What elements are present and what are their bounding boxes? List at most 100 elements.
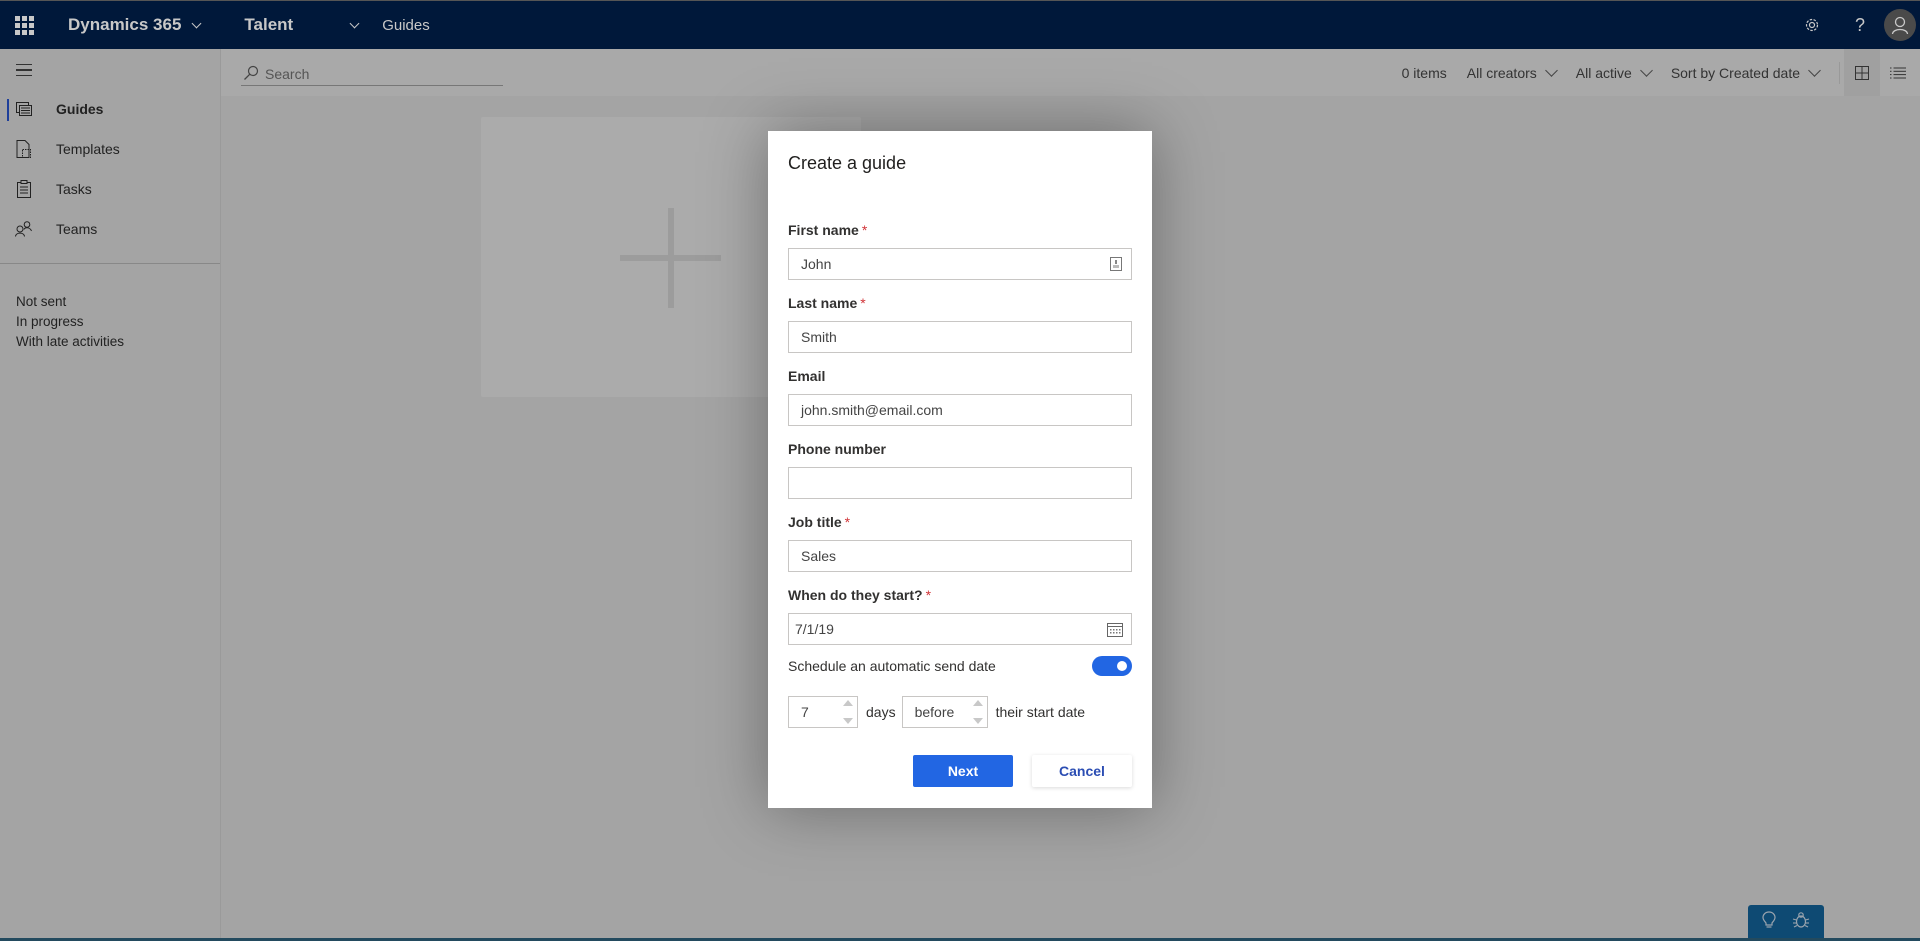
search-placeholder: Search <box>265 65 310 82</box>
suggestion-button[interactable] <box>1762 910 1776 934</box>
decrement-arrow-icon[interactable] <box>843 718 853 724</box>
relation-stepper[interactable]: before <box>901 696 988 728</box>
settings-button[interactable] <box>1788 1 1836 49</box>
sidebar-item-label: Teams <box>56 221 98 237</box>
phone-field: Phone number <box>788 441 1132 499</box>
send-offset-row: 7 days before their start date <box>788 696 1091 728</box>
calendar-icon[interactable] <box>1107 622 1123 637</box>
module-switcher-chevron-icon[interactable] <box>349 18 360 28</box>
required-indicator: * <box>860 295 866 311</box>
tasks-icon <box>15 180 33 198</box>
chevron-down-icon <box>1639 63 1653 77</box>
job-title-label: Job title * <box>788 514 851 530</box>
user-avatar[interactable] <box>1884 9 1916 41</box>
schedule-send-label: Schedule an automatic send date <box>788 658 996 674</box>
email-input[interactable]: john.smith@email.com <box>788 394 1132 426</box>
guides-icon <box>15 100 33 118</box>
first-name-input[interactable]: John <box>788 248 1132 280</box>
sort-label: Sort by Created date <box>1670 64 1800 81</box>
last-name-value: Smith <box>801 329 837 345</box>
cancel-button[interactable]: Cancel <box>1032 755 1132 787</box>
sidebar: Guides Templates Tasks Teams Not sent In… <box>0 49 221 941</box>
increment-arrow-icon[interactable] <box>972 700 983 706</box>
report-bug-button[interactable] <box>1792 911 1810 934</box>
bug-icon <box>1792 911 1810 928</box>
days-value: 7 <box>801 704 809 720</box>
teams-icon <box>15 220 33 238</box>
templates-icon <box>15 140 33 158</box>
search-input[interactable]: Search <box>241 62 503 86</box>
decrement-arrow-icon[interactable] <box>972 718 983 724</box>
plus-icon-vertical <box>668 208 674 308</box>
chevron-down-icon[interactable] <box>191 18 202 28</box>
search-icon <box>244 65 259 80</box>
creator-filter-label: All creators <box>1466 64 1537 81</box>
schedule-send-row: Schedule an automatic send date <box>788 655 1132 677</box>
last-name-input[interactable]: Smith <box>788 321 1132 353</box>
sidebar-item-label: Tasks <box>56 181 92 197</box>
status-filter-dropdown[interactable]: All active <box>1575 63 1653 81</box>
phone-input[interactable] <box>788 467 1132 499</box>
job-title-input[interactable]: Sales <box>788 540 1132 572</box>
lightbulb-icon <box>1762 910 1776 928</box>
required-indicator: * <box>861 222 868 238</box>
help-button[interactable]: ? <box>1836 1 1884 49</box>
app-launcher-button[interactable] <box>0 1 48 49</box>
start-date-label: When do they start? * <box>788 587 932 603</box>
grid-view-icon <box>1855 65 1869 80</box>
module-name: Talent <box>244 15 294 34</box>
next-button[interactable]: Next <box>913 755 1013 787</box>
user-avatar-icon <box>1891 16 1909 35</box>
sidebar-item-guides[interactable]: Guides <box>0 91 220 127</box>
list-view-button[interactable] <box>1880 49 1916 96</box>
sidebar-divider <box>0 263 220 264</box>
hamburger-menu-icon[interactable] <box>16 64 32 80</box>
last-name-field: Last name * Smith <box>788 295 1132 353</box>
job-title-field: Job title * Sales <box>788 514 1132 572</box>
feedback-widget <box>1748 905 1824 939</box>
email-label: Email <box>788 368 826 384</box>
sidebar-item-teams[interactable]: Teams <box>0 211 220 247</box>
email-field: Email john.smith@email.com <box>788 368 1132 426</box>
app-name[interactable]: Dynamics 365 <box>68 15 181 35</box>
days-stepper[interactable]: 7 <box>788 696 858 728</box>
first-name-value: John <box>801 256 832 272</box>
filter-in-progress[interactable]: In progress <box>16 314 84 329</box>
toggle-knob <box>1117 661 1127 671</box>
required-indicator: * <box>925 587 932 603</box>
schedule-send-toggle[interactable] <box>1092 656 1132 676</box>
start-date-suffix: their start date <box>995 704 1086 720</box>
grid-view-button[interactable] <box>1844 49 1880 96</box>
first-name-label: First name * <box>788 222 868 238</box>
creator-filter-dropdown[interactable]: All creators <box>1466 63 1558 81</box>
last-name-label: Last name * <box>788 295 866 311</box>
filter-late-activities[interactable]: With late activities <box>16 334 124 349</box>
chevron-down-icon <box>1544 63 1558 77</box>
sidebar-item-label: Templates <box>56 141 120 157</box>
waffle-icon <box>14 15 34 35</box>
item-count: 0 items <box>1401 64 1447 81</box>
help-icon: ? <box>1854 14 1865 35</box>
increment-arrow-icon[interactable] <box>843 700 853 706</box>
toolbar: Search 0 items All creators All active S… <box>221 49 1920 96</box>
chevron-down-icon <box>1808 63 1821 77</box>
create-guide-dialog: Create a guide First name * John Last nam… <box>768 131 1152 808</box>
sidebar-item-label: Guides <box>56 101 104 117</box>
toolbar-divider <box>1839 61 1840 84</box>
start-date-input[interactable]: 7/1/19 <box>788 613 1132 645</box>
filter-not-sent[interactable]: Not sent <box>16 294 66 309</box>
top-navigation-bar: Dynamics 365 Talent Guides ? <box>0 0 1920 49</box>
contact-card-icon[interactable] <box>1110 257 1122 271</box>
job-title-value: Sales <box>801 548 837 564</box>
sidebar-item-templates[interactable]: Templates <box>0 131 220 167</box>
dialog-title: Create a guide <box>788 153 907 173</box>
first-name-field: First name * John <box>788 222 1132 280</box>
relation-value: before <box>914 704 955 720</box>
sort-dropdown[interactable]: Sort by Created date <box>1670 63 1821 81</box>
breadcrumb[interactable]: Guides <box>382 17 430 34</box>
phone-label: Phone number <box>788 441 887 457</box>
sidebar-item-tasks[interactable]: Tasks <box>0 171 220 207</box>
email-value: john.smith@email.com <box>801 402 943 418</box>
required-indicator: * <box>844 514 851 530</box>
status-filter-label: All active <box>1575 64 1632 81</box>
